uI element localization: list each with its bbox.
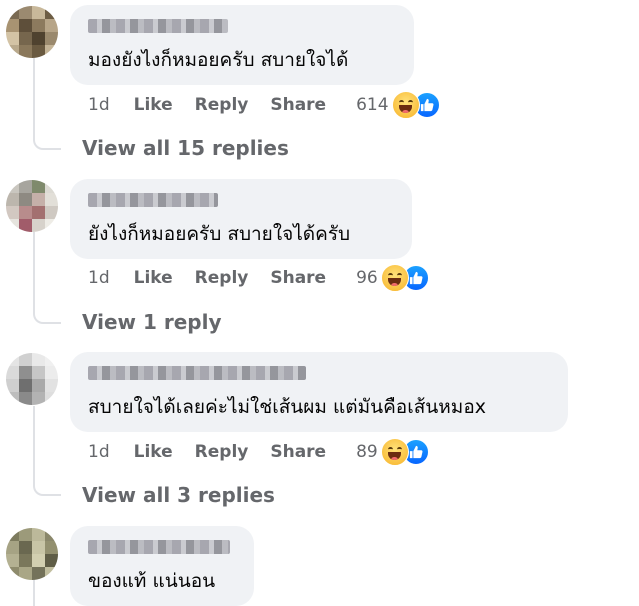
reply-button[interactable]: Reply (195, 95, 249, 115)
reaction-icons[interactable] (380, 437, 431, 467)
view-replies-link[interactable]: View 1 reply (82, 310, 222, 334)
comment-bubble: ของแท้ แน่นอน (70, 526, 254, 606)
share-button[interactable]: Share (270, 95, 326, 115)
comment-text: ยังไงก็หมอยครับ สบายใจได้ครับ (88, 223, 351, 245)
view-replies-link[interactable]: View all 15 replies (82, 136, 289, 160)
thread-elbow (33, 480, 61, 496)
avatar[interactable] (6, 353, 58, 405)
comment-text: มองยังไงก็หมอยครับ สบายใจได้ (88, 49, 349, 71)
comment-text: ของแท้ แน่นอน (88, 570, 216, 592)
avatar[interactable] (6, 6, 58, 58)
comment-actions: 1d Like Reply Share 96 (88, 263, 431, 293)
author-name-blurred[interactable] (88, 366, 306, 380)
comment-text: สบายใจได้เลยค่ะไม่ใช่เส้นผม แต่มันคือเส้… (88, 396, 486, 418)
reaction-count[interactable]: 96 (356, 268, 378, 288)
reaction-count[interactable]: 89 (356, 442, 378, 462)
reply-button[interactable]: Reply (195, 268, 249, 288)
thread-elbow (33, 134, 61, 150)
haha-icon (380, 438, 409, 466)
comment-timestamp[interactable]: 1d (88, 442, 110, 462)
reaction-count[interactable]: 614 (356, 95, 388, 115)
author-name-blurred[interactable] (88, 19, 228, 33)
comment-bubble: มองยังไงก็หมอยครับ สบายใจได้ (70, 5, 414, 85)
thread-line (33, 578, 35, 606)
share-button[interactable]: Share (270, 268, 326, 288)
reaction-icons[interactable] (391, 90, 442, 120)
thread-line (33, 406, 35, 484)
haha-icon (380, 264, 409, 292)
author-name-blurred[interactable] (88, 540, 230, 554)
comment-actions: 1d Like Reply Share 89 (88, 437, 431, 467)
thread-elbow (33, 308, 61, 324)
comment-bubble: ยังไงก็หมอยครับ สบายใจได้ครับ (70, 179, 412, 259)
thread-line (33, 232, 35, 312)
reaction-icons[interactable] (380, 263, 431, 293)
author-name-blurred[interactable] (88, 193, 218, 207)
haha-icon (391, 91, 420, 119)
like-button[interactable]: Like (134, 268, 173, 288)
like-button[interactable]: Like (134, 442, 173, 462)
like-button[interactable]: Like (134, 95, 173, 115)
avatar[interactable] (6, 180, 58, 232)
reply-button[interactable]: Reply (195, 442, 249, 462)
comment-timestamp[interactable]: 1d (88, 95, 110, 115)
comment-bubble: สบายใจได้เลยค่ะไม่ใช่เส้นผม แต่มันคือเส้… (70, 352, 568, 432)
share-button[interactable]: Share (270, 442, 326, 462)
thread-line (33, 58, 35, 138)
comment-timestamp[interactable]: 1d (88, 268, 110, 288)
comment-actions: 1d Like Reply Share 614 (88, 90, 442, 120)
avatar[interactable] (6, 528, 58, 580)
view-replies-link[interactable]: View all 3 replies (82, 483, 275, 507)
